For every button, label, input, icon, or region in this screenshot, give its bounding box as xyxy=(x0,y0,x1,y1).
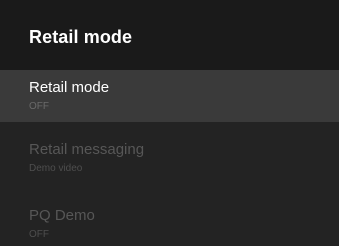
page-title: Retail mode xyxy=(29,27,133,47)
menu-item-title: PQ Demo xyxy=(29,207,95,224)
menu-item-value: OFF xyxy=(29,229,49,240)
menu-item-retail-messaging[interactable]: Retail messaging Demo video xyxy=(0,132,339,184)
menu-item-retail-mode[interactable]: Retail mode OFF xyxy=(0,70,339,122)
settings-panel: Retail mode Retail mode OFF Retail messa… xyxy=(0,0,339,246)
menu-item-pq-demo[interactable]: PQ Demo OFF xyxy=(0,198,339,246)
menu-item-value: OFF xyxy=(29,101,49,112)
menu-item-value: Demo video xyxy=(29,163,83,174)
menu-item-title: Retail messaging xyxy=(29,141,145,158)
panel-header: Retail mode xyxy=(0,0,339,70)
menu-item-title: Retail mode xyxy=(29,79,110,96)
